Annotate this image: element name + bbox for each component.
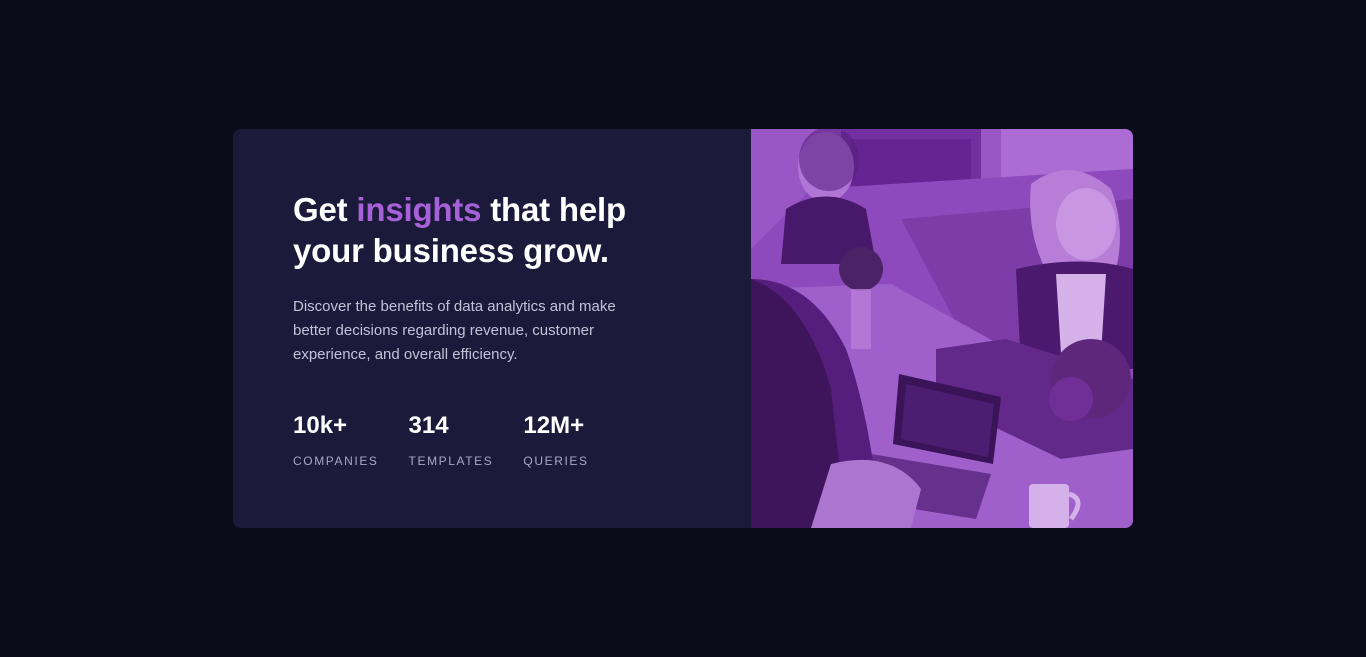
office-team-image [751, 129, 1133, 528]
headline-before: Get [293, 191, 357, 228]
stat-label: TEMPLATES [408, 454, 494, 468]
office-team-photo-icon [751, 129, 1133, 528]
stat-label: QUERIES [523, 454, 589, 468]
stat-queries: 12M+ QUERIES [523, 411, 588, 468]
stat-companies: 10k+ COMPANIES [293, 411, 379, 468]
card-text-section: Get insights that help your business gro… [233, 129, 751, 528]
stat-value: 10k+ [293, 412, 348, 439]
stats-preview-card: Get insights that help your business gro… [233, 129, 1133, 528]
stats-row: 10k+ COMPANIES 314 TEMPLATES 12M+ QUERIE… [293, 411, 619, 468]
description: Discover the benefits of data analytics … [293, 298, 616, 363]
stat-label: COMPANIES [293, 454, 379, 468]
headline-accent: insights [356, 191, 482, 228]
stat-value: 12M+ [523, 412, 585, 439]
stat-templates: 314 TEMPLATES [409, 411, 494, 468]
headline: Get insights that help your business gro… [293, 189, 673, 271]
stat-value: 314 [408, 412, 449, 439]
